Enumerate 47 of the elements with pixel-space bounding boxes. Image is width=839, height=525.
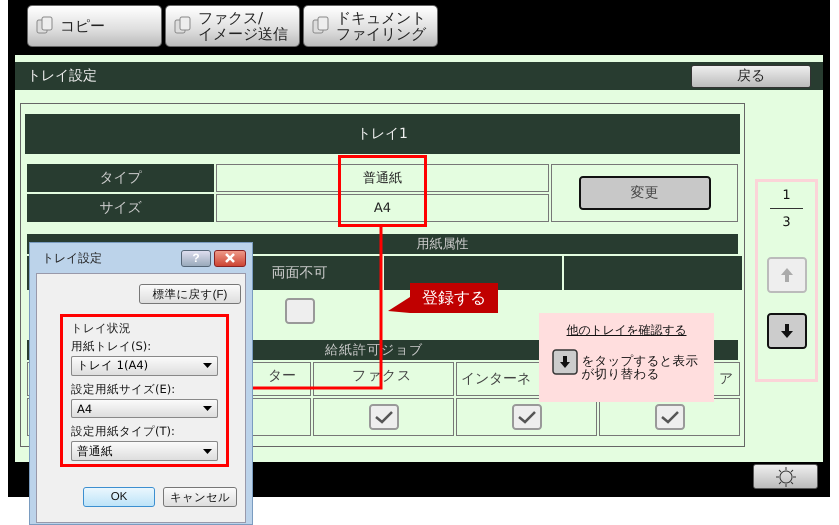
check-icon — [658, 409, 680, 425]
value-cell: A4 — [216, 194, 549, 222]
check-icon — [372, 409, 394, 425]
field-label: 用紙トレイ(S): — [71, 339, 152, 354]
field-label: 設定用紙タイプ(T): — [71, 424, 176, 440]
checkbox[interactable] — [284, 298, 314, 324]
tab-label: ドキュメント ファイリング — [336, 10, 426, 42]
cancel-button[interactable]: キャンセル — [163, 487, 237, 507]
reset-button[interactable]: 標準に戻す(F) — [139, 284, 241, 304]
dropdown[interactable]: トレイ 1(A4) — [71, 356, 218, 376]
page-number: 1 — [782, 188, 791, 204]
checkbox[interactable] — [654, 404, 684, 430]
caret-icon — [203, 363, 212, 368]
mode-tab[interactable]: ドキュメント ファイリング — [303, 5, 438, 47]
checkbox[interactable] — [368, 404, 398, 430]
back-button[interactable]: 戻る — [691, 64, 811, 88]
group-label: トレイ状況 — [71, 321, 132, 336]
close-icon — [224, 253, 236, 263]
column-header: ファクス — [313, 362, 454, 396]
value-cell: 普通紙 — [216, 164, 549, 192]
pointer-icon — [388, 295, 410, 313]
close-button[interactable] — [214, 250, 246, 266]
dropdown[interactable]: 普通紙 — [71, 441, 218, 462]
checkbox[interactable] — [512, 404, 542, 430]
tab-label: ファクス/ イメージ送信 — [198, 10, 288, 42]
check-icon — [516, 409, 538, 425]
screen-title: トレイ設定 — [27, 67, 97, 85]
scroll-down-button[interactable] — [766, 313, 806, 349]
dropdown[interactable]: A4 — [71, 398, 218, 418]
caret-icon — [203, 448, 212, 454]
hint-title: 他のトレイを確認する — [566, 322, 686, 339]
tray-title: トレイ1 — [25, 114, 740, 154]
change-button[interactable]: 変更 — [578, 176, 710, 210]
brightness-button[interactable] — [753, 464, 818, 489]
callout-label: 登録する — [388, 283, 498, 313]
mode-tab[interactable]: コピー — [27, 5, 162, 47]
page-count: 3 — [782, 215, 791, 231]
ok-button[interactable]: OK — [83, 487, 155, 507]
caret-icon — [203, 406, 212, 411]
field-label: 設定用紙サイズ(E): — [71, 382, 176, 397]
label-cell: サイズ — [27, 194, 214, 222]
down-arrow-icon — [780, 323, 794, 339]
label-cell: タイプ — [27, 164, 214, 192]
tab-label: コピー — [60, 18, 105, 34]
section-title: 給紙許可ジョブ — [325, 342, 423, 359]
mode-tab[interactable]: ファクス/ イメージ送信 — [165, 5, 300, 47]
up-arrow-icon — [780, 267, 794, 283]
